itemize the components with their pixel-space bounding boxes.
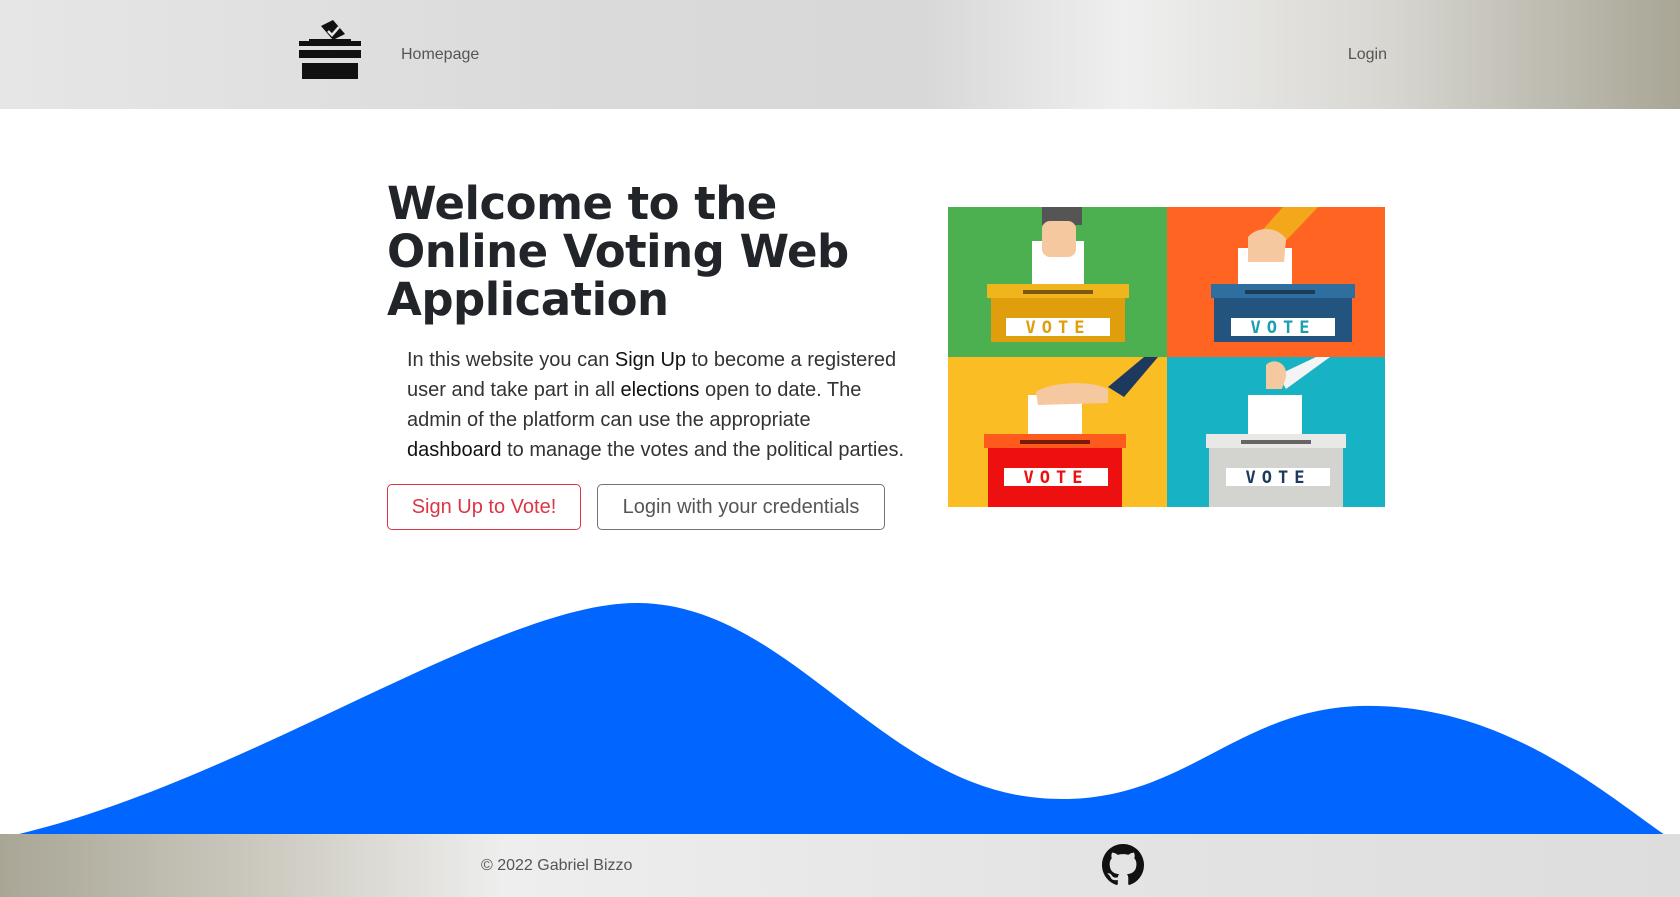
page-title: Welcome to the Online Voting Web Applica… bbox=[387, 177, 849, 326]
signup-button[interactable]: Sign Up to Vote! bbox=[387, 484, 581, 530]
vote-label-2: VOTE bbox=[1251, 318, 1316, 338]
decorative-wave bbox=[15, 602, 1665, 835]
lead-elections-highlight: elections bbox=[620, 379, 700, 401]
navbar: Homepage Login bbox=[0, 0, 1680, 109]
vote-label-1: VOTE bbox=[1026, 318, 1091, 338]
ballot-box-icon[interactable] bbox=[299, 20, 361, 82]
lead-signup-highlight: Sign Up bbox=[614, 349, 687, 371]
lead-dashboard-highlight: dashboard bbox=[407, 439, 502, 461]
nav-homepage-link[interactable]: Homepage bbox=[401, 46, 479, 64]
vote-label-4: VOTE bbox=[1246, 468, 1311, 488]
copyright-text: © 2022 Gabriel Bizzo bbox=[481, 857, 633, 874]
hero-description: In this website you can Sign Up to becom… bbox=[407, 345, 907, 465]
vote-label-3: VOTE bbox=[1024, 468, 1089, 488]
voting-illustration: VOTE VOTE VOTE VOTE bbox=[948, 207, 1385, 507]
github-icon[interactable] bbox=[1102, 844, 1144, 886]
nav-login-link[interactable]: Login bbox=[1348, 46, 1387, 64]
wave-shape bbox=[15, 602, 1665, 835]
lead-text-4: to manage the votes and the political pa… bbox=[501, 439, 905, 461]
footer: © 2022 Gabriel Bizzo bbox=[0, 834, 1680, 897]
login-credentials-button[interactable]: Login with your credentials bbox=[597, 484, 885, 530]
lead-text-1: In this website you can bbox=[407, 349, 615, 371]
